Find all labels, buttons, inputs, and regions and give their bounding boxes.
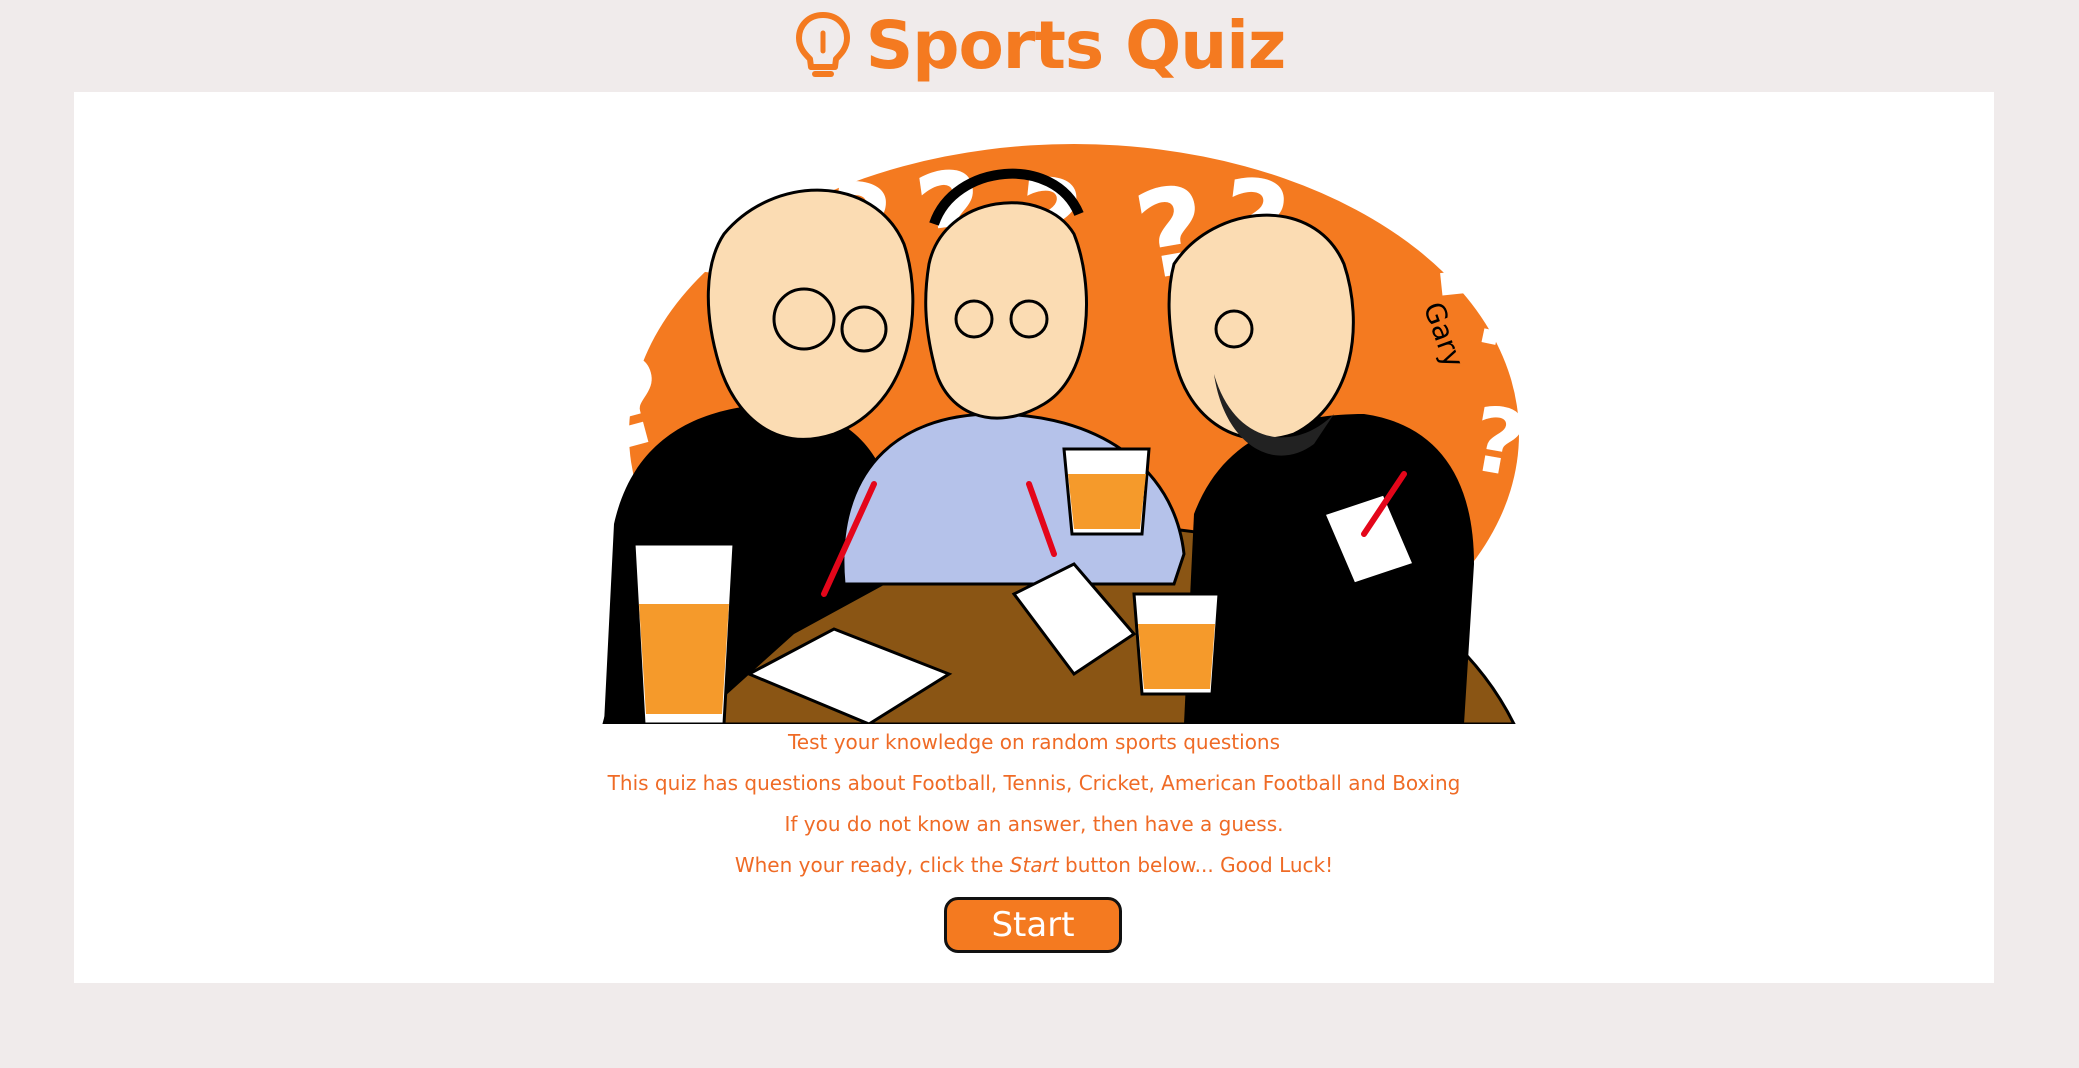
intro-line-3: If you do not know an answer, then have … [784, 812, 1284, 836]
intro-line-1: Test your knowledge on random sports que… [787, 730, 1281, 754]
quiz-cartoon-image: ? ? ? ? ? ? ? ? ? ? ? ? ? [574, 144, 1533, 724]
intro-line-4: When your ready, click the Start button … [74, 845, 1994, 886]
page-title: Sports Quiz [865, 7, 1287, 84]
quiz-intro-card: ? ? ? ? ? ? ? ? ? ? ? ? ? [74, 92, 1994, 983]
lightbulb-icon [795, 12, 850, 77]
intro-line-4-start: When your ready, click the [734, 853, 1010, 877]
page-header: Sports Quiz [0, 0, 2079, 92]
start-button[interactable]: Start [944, 897, 1122, 953]
start-emphasis: Start [1009, 853, 1059, 877]
quiz-instructions: Test your knowledge on random sports que… [74, 722, 1994, 886]
intro-line-4-end: button below... Good Luck! [1058, 853, 1334, 877]
svg-text:?: ? [574, 165, 685, 341]
intro-line-2: This quiz has questions about Football, … [607, 771, 1461, 795]
